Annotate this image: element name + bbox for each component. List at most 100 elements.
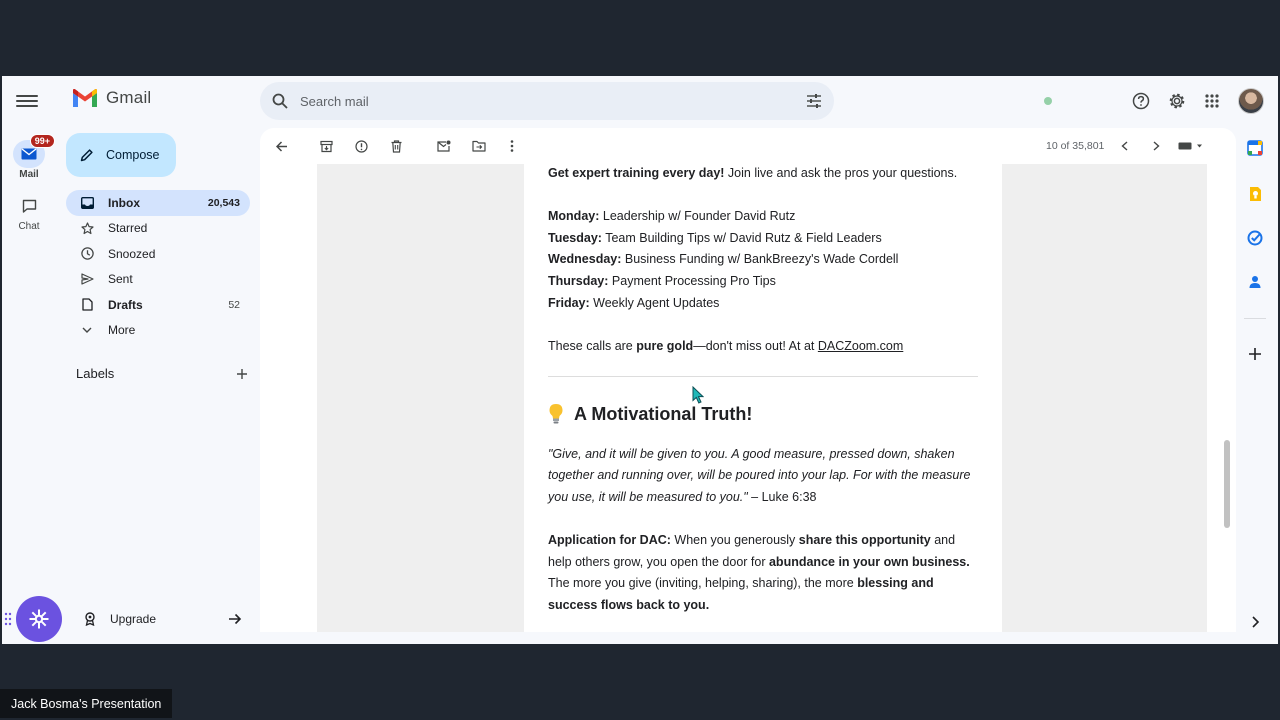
- drag-grip-icon[interactable]: [4, 612, 12, 626]
- sidebar-item-sent[interactable]: Sent: [66, 267, 250, 293]
- intro-paragraph: Get expert training every day! Join live…: [548, 163, 978, 185]
- floating-action-button[interactable]: [16, 596, 62, 642]
- presenter-label: Jack Bosma's Presentation: [0, 689, 173, 718]
- quote-reference: – Luke 6:38: [747, 489, 817, 504]
- draft-icon: [80, 298, 94, 312]
- gmail-logo[interactable]: Gmail: [72, 88, 151, 108]
- schedule-day: Tuesday:: [548, 230, 602, 245]
- archive-icon[interactable]: [318, 138, 334, 154]
- motivational-heading: A Motivational Truth!: [548, 401, 978, 427]
- status-dot: [1044, 97, 1052, 105]
- move-to-icon[interactable]: [471, 138, 487, 154]
- tasks-icon[interactable]: [1247, 230, 1263, 246]
- sidebar-item-inbox[interactable]: Inbox 20,543: [66, 190, 250, 216]
- add-addon-icon[interactable]: [1247, 346, 1263, 362]
- calls-paragraph: These calls are pure gold—don't miss out…: [548, 336, 978, 358]
- labels-section: Labels: [76, 366, 248, 381]
- inbox-count: 20,543: [207, 196, 240, 209]
- mark-unread-icon[interactable]: [436, 138, 452, 154]
- input-tools-icon[interactable]: [1176, 138, 1206, 154]
- gmail-wordmark: Gmail: [106, 88, 152, 107]
- account-avatar[interactable]: [1238, 88, 1264, 114]
- search-input[interactable]: Search mail: [300, 94, 806, 109]
- daczoom-link[interactable]: DACZoom.com: [818, 339, 903, 353]
- application-bold: share this opportunity: [798, 533, 931, 548]
- schedule-wednesday: Wednesday: Business Funding w/ BankBreez…: [548, 249, 978, 271]
- sidebar-item-more[interactable]: More: [66, 318, 250, 344]
- rail-chat[interactable]: Chat: [6, 192, 52, 232]
- send-icon: [80, 272, 94, 286]
- mail-icon: 99+: [13, 134, 55, 168]
- schedule-topic: Payment Processing Pro Tips: [608, 273, 776, 288]
- schedule-day: Thursday:: [548, 273, 609, 288]
- mouse-cursor-icon: [692, 386, 704, 404]
- main-menu-icon[interactable]: [16, 92, 38, 110]
- pencil-icon: [80, 149, 93, 162]
- newer-chevron-icon[interactable]: [1116, 138, 1132, 154]
- older-chevron-icon[interactable]: [1148, 138, 1164, 154]
- arrow-right-icon: [229, 613, 242, 625]
- calls-text: These calls are: [548, 339, 637, 354]
- chevron-down-icon: [80, 323, 94, 337]
- motivational-heading-text: A Motivational Truth!: [574, 403, 753, 424]
- message-scrollbar[interactable]: [1224, 440, 1230, 528]
- sidebar-item-drafts[interactable]: Drafts 52: [66, 292, 250, 318]
- sidebar-item-snoozed[interactable]: Snoozed: [66, 241, 250, 267]
- sidebar-item-label: Drafts: [108, 297, 143, 312]
- sidebar-item-label: Sent: [108, 272, 133, 287]
- sidebar-item-starred[interactable]: Starred: [66, 216, 250, 242]
- gmail-m-icon: [73, 89, 97, 107]
- status-indicator[interactable]: [1036, 90, 1114, 112]
- settings-gear-icon[interactable]: [1166, 90, 1188, 112]
- inbox-icon: [80, 196, 94, 210]
- schedule-monday: Monday: Leadership w/ Founder David Rutz: [548, 206, 978, 228]
- compose-button[interactable]: Compose: [66, 133, 176, 177]
- calendar-icon[interactable]: [1247, 140, 1263, 156]
- schedule-topic: Leadership w/ Founder David Rutz: [599, 209, 796, 224]
- search-bar[interactable]: Search mail: [260, 82, 834, 120]
- schedule-topic: Team Building Tips w/ David Rutz & Field…: [601, 230, 882, 245]
- mail-badge: 99+: [29, 134, 55, 148]
- more-options-icon[interactable]: [504, 138, 520, 154]
- upgrade-label: Upgrade: [110, 612, 157, 626]
- application-bold: abundance in your own business.: [768, 554, 970, 569]
- calls-text-2: —don't miss out! At at: [693, 339, 818, 354]
- star-icon: [80, 221, 94, 235]
- schedule-topic: Weekly Agent Updates: [589, 295, 720, 310]
- gmail-window: 99+ Mail Chat Gmail Search mail Compose …: [2, 76, 1278, 644]
- apps-grid-icon[interactable]: [1201, 90, 1223, 112]
- email-body: Get expert training every day! Join live…: [524, 164, 1002, 632]
- search-options-icon[interactable]: [806, 94, 822, 108]
- schedule-topic: Business Funding w/ BankBreezy's Wade Co…: [621, 252, 899, 267]
- clock-icon: [80, 247, 94, 261]
- search-icon[interactable]: [272, 93, 288, 109]
- upgrade-button[interactable]: Upgrade: [74, 606, 242, 632]
- expand-panel-chevron-icon[interactable]: [1247, 614, 1263, 630]
- delete-icon[interactable]: [388, 138, 404, 154]
- labels-title: Labels: [76, 366, 115, 381]
- help-icon[interactable]: [1130, 90, 1152, 112]
- drafts-count: 52: [228, 298, 240, 311]
- application-paragraph: Application for DAC: When you generously…: [548, 530, 978, 616]
- schedule-tuesday: Tuesday: Team Building Tips w/ David Rut…: [548, 228, 978, 250]
- application-label: Application for DAC:: [548, 533, 671, 548]
- application-text: The more you give (inviting, helping, sh…: [548, 576, 858, 591]
- light-bulb-icon: [548, 403, 564, 425]
- back-arrow-icon[interactable]: [274, 138, 290, 154]
- sidebar-nav: Inbox 20,543 Starred Snoozed Sent Drafts…: [66, 190, 250, 343]
- schedule-friday: Friday: Weekly Agent Updates: [548, 293, 978, 315]
- schedule-thursday: Thursday: Payment Processing Pro Tips: [548, 271, 978, 293]
- upgrade-icon: [85, 612, 95, 626]
- add-label-icon[interactable]: [236, 368, 248, 380]
- contacts-icon[interactable]: [1247, 274, 1263, 290]
- quote-paragraph: "Give, and it will be given to you. A go…: [548, 444, 978, 509]
- presenter-name: Jack Bosma's Presentation: [11, 696, 162, 711]
- schedule-day: Friday:: [548, 295, 590, 310]
- rail-mail[interactable]: 99+ Mail: [6, 134, 55, 180]
- report-spam-icon[interactable]: [353, 138, 369, 154]
- rail-mail-label: Mail: [19, 169, 39, 180]
- intro-text: Join live and ask the pros your question…: [724, 166, 958, 180]
- message-toolbar: 10 of 35,801: [260, 128, 1236, 164]
- application-text: When you generously: [670, 533, 799, 548]
- keep-icon[interactable]: [1247, 186, 1263, 202]
